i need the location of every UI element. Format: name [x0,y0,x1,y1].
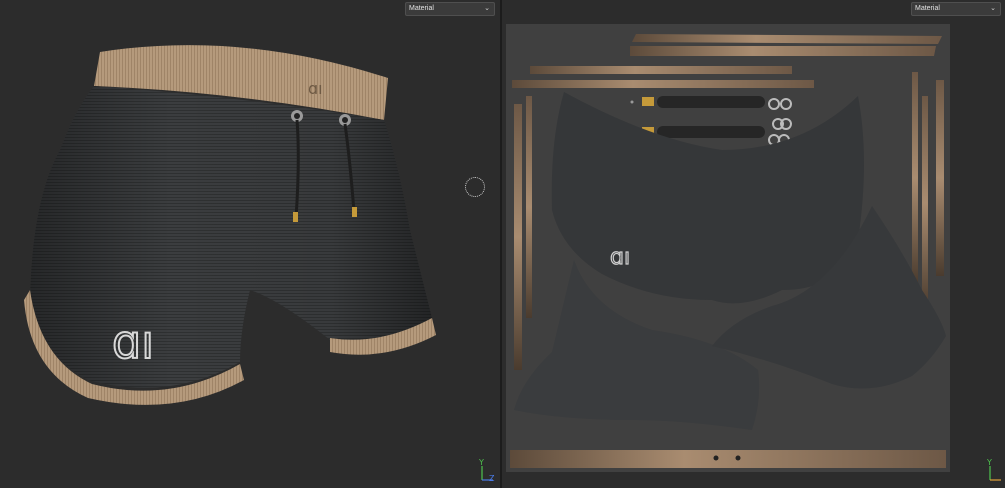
3d-viewport[interactable]: ɑı ɑı Material ⌄ Y Z [0,0,500,488]
material-dropdown-value: Material [409,5,434,12]
material-dropdown-right[interactable]: Material ⌄ [911,2,1001,16]
material-dropdown-left[interactable]: Material ⌄ [405,2,495,16]
uv-islands: ɑı [510,34,946,468]
uv-brand-logo: ɑı [610,245,630,270]
app-root: ɑı ɑı Material ⌄ Y Z ɑı Material ⌄ Y [0,0,1005,488]
shorts-3d-model: ɑı ɑı [24,45,436,405]
axis-gizmo-icon: Y [986,458,1004,484]
brand-logo: ɑı [112,315,154,369]
brush-cursor-icon [465,177,485,197]
gizmo-y-label: Y [987,458,992,467]
gizmo-y-label: Y [479,458,484,467]
chevron-down-icon: ⌄ [990,5,996,12]
gizmo-z-label: Z [489,474,495,483]
2d-uv-viewport[interactable]: ɑı Material ⌄ Y [502,0,1005,488]
axis-gizmo-icon: Y Z [478,458,496,484]
svg-text:ɑı: ɑı [308,79,323,98]
material-dropdown-value: Material [915,5,940,12]
chevron-down-icon: ⌄ [484,5,490,12]
